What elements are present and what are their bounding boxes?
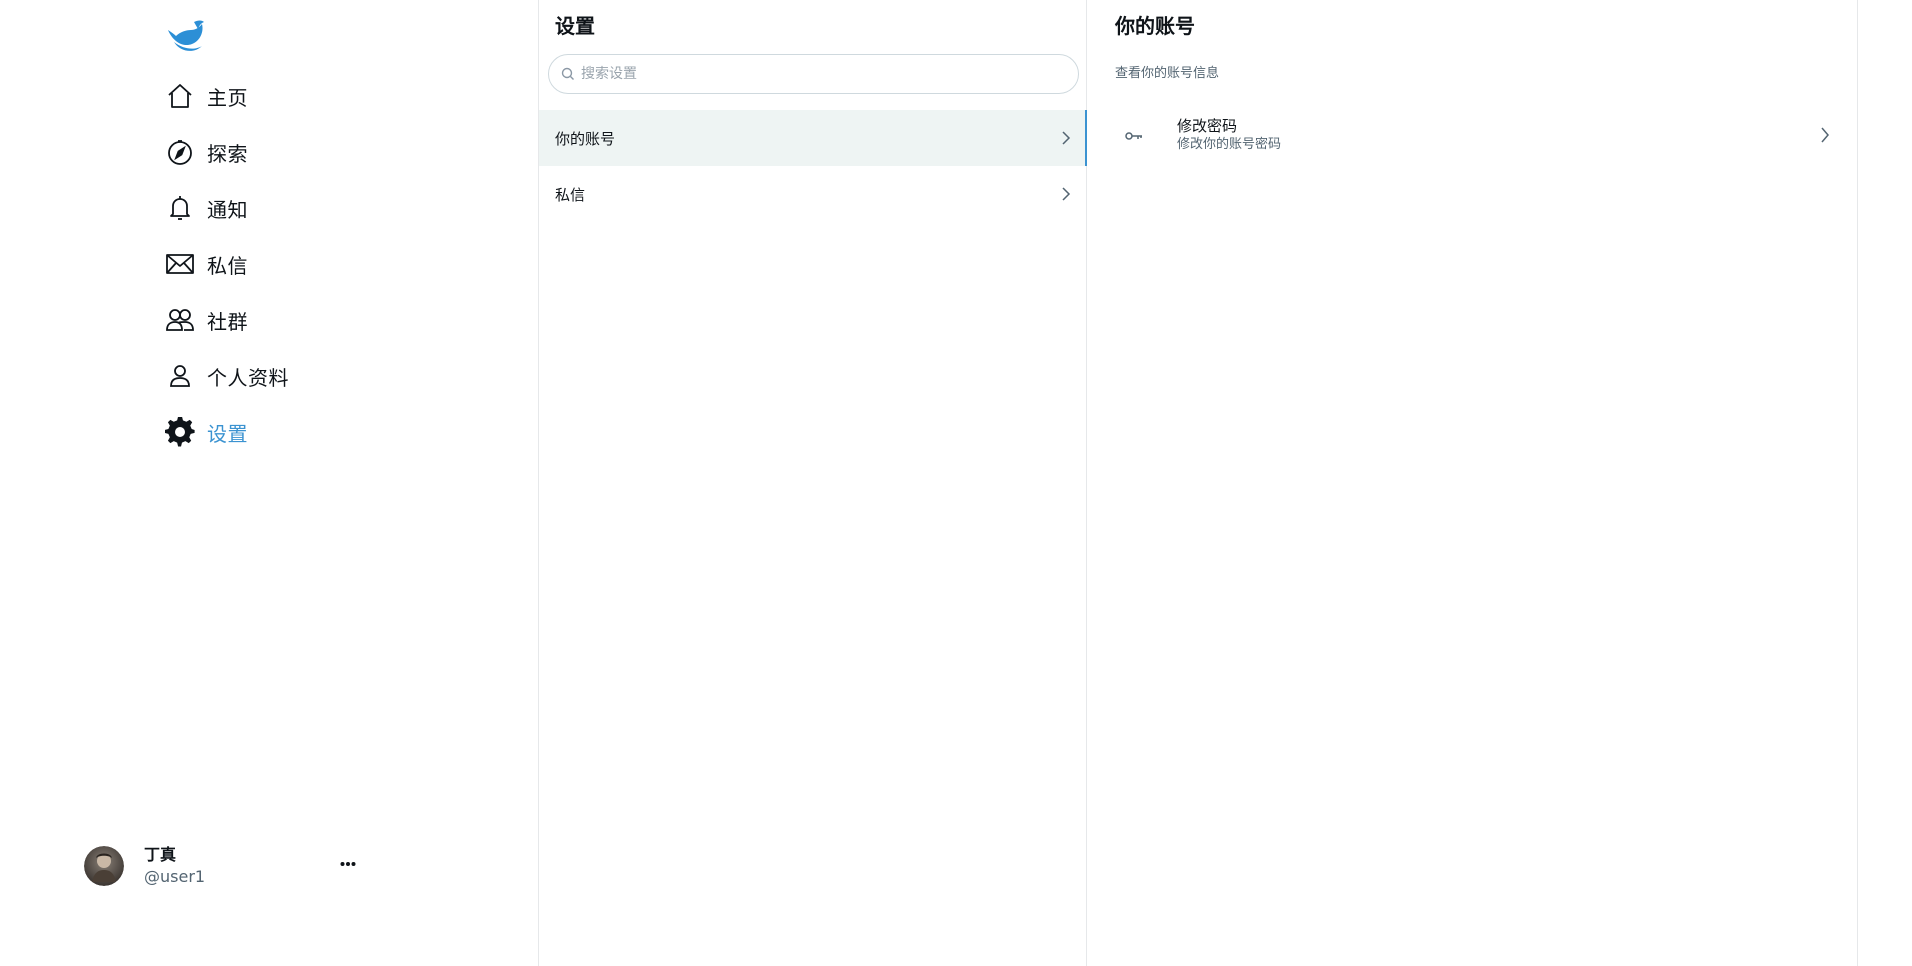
key-icon	[1124, 126, 1144, 146]
user-info: 丁真 @user1	[144, 844, 205, 888]
nav-label-messages: 私信	[207, 253, 248, 278]
nav-item-explore[interactable]: 探索	[164, 124, 289, 180]
nav-label-notifications: 通知	[207, 197, 248, 222]
settings-column: 设置 你的账号 私信	[539, 0, 1087, 966]
settings-item-messages[interactable]: 私信	[539, 166, 1087, 222]
account-detail-subtitle: 查看你的账号信息	[1115, 66, 1220, 81]
compass-icon	[164, 136, 196, 168]
nav-label-communities: 社群	[207, 309, 248, 334]
more-options-button[interactable]	[336, 852, 360, 876]
account-detail-title: 你的账号	[1115, 14, 1195, 38]
change-password-text: 修改密码 修改你的账号密码	[1177, 116, 1281, 154]
change-password-desc: 修改你的账号密码	[1177, 137, 1282, 152]
sidebar: 主页 探索 通知 私信 社群 个人资料 设置 丁真 @user1	[0, 0, 539, 966]
settings-title: 设置	[555, 14, 595, 38]
gear-icon	[164, 416, 196, 448]
bell-icon	[164, 192, 196, 224]
user-display-name: 丁真	[144, 845, 177, 864]
home-icon	[164, 80, 196, 112]
nav-label-profile: 个人资料	[207, 365, 289, 390]
settings-search-input[interactable]	[579, 65, 1059, 83]
nav-item-home[interactable]: 主页	[164, 68, 289, 124]
mail-icon	[164, 248, 196, 280]
app-root: 主页 探索 通知 私信 社群 个人资料 设置 丁真 @user1 设置 搜索设置…	[0, 0, 1912, 966]
nav-label-explore: 探索	[207, 141, 248, 166]
more-dots-icon	[340, 862, 356, 866]
settings-item-label: 你的账号	[555, 129, 616, 148]
change-password-row[interactable]: 修改密码 修改你的账号密码	[1088, 108, 1858, 164]
chevron-right-icon	[1062, 187, 1071, 201]
settings-item-label: 私信	[555, 185, 586, 204]
bird-logo-icon[interactable]	[164, 18, 208, 56]
account-switcher[interactable]: 丁真 @user1	[84, 842, 360, 890]
account-detail-column: 你的账号 查看你的账号信息 修改密码 修改你的账号密码	[1088, 0, 1858, 966]
chevron-right-icon	[1062, 131, 1071, 145]
settings-search[interactable]	[548, 54, 1079, 94]
nav-label-settings: 设置	[207, 421, 248, 446]
change-password-title: 修改密码	[1177, 117, 1238, 135]
nav-item-communities[interactable]: 社群	[164, 292, 289, 348]
nav-label-home: 主页	[207, 85, 248, 110]
search-icon	[561, 67, 574, 80]
nav-item-profile[interactable]: 个人资料	[164, 348, 289, 404]
chevron-right-icon	[1820, 126, 1830, 148]
user-handle: @user1	[144, 867, 206, 886]
nav-item-settings[interactable]: 设置	[164, 404, 289, 460]
nav-item-messages[interactable]: 私信	[164, 236, 289, 292]
main-nav: 主页 探索 通知 私信 社群 个人资料 设置	[164, 68, 289, 460]
settings-list: 你的账号 私信	[539, 110, 1087, 222]
nav-item-notifications[interactable]: 通知	[164, 180, 289, 236]
profile-icon	[164, 360, 196, 392]
community-icon	[164, 304, 196, 336]
settings-item-account[interactable]: 你的账号	[539, 110, 1087, 166]
avatar	[84, 846, 124, 886]
